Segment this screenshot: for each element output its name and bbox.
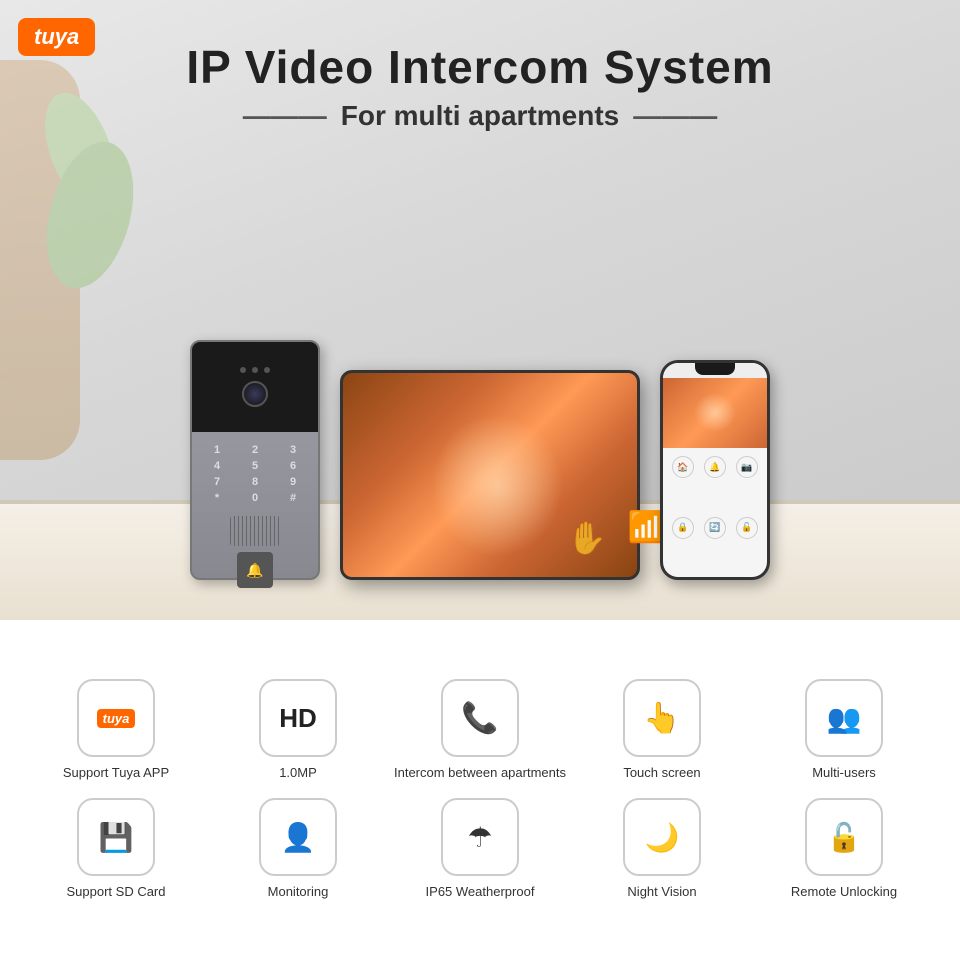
- feature-label-hd: 1.0MP: [279, 765, 317, 782]
- umbrella-icon: ☂: [467, 821, 492, 854]
- feature-label-remote-unlock: Remote Unlocking: [791, 884, 897, 901]
- phone-notch: [695, 363, 735, 375]
- features-section: tuya Support Tuya APP HD 1.0MP 📞 Interco…: [0, 620, 960, 960]
- feature-icon-weatherproof: ☂: [441, 798, 519, 876]
- door-panel-top: [192, 342, 318, 432]
- feature-label-weatherproof: IP65 Weatherproof: [426, 884, 535, 901]
- indoor-monitor: ✋: [340, 370, 640, 580]
- feature-label-sd-card: Support SD Card: [67, 884, 166, 901]
- phone-btn-lock: 🔒: [672, 517, 694, 539]
- phone-btn-camera: 📷: [736, 456, 758, 478]
- feature-intercom: 📞 Intercom between apartments: [394, 679, 566, 782]
- feature-icon-sd-card: 💾: [77, 798, 155, 876]
- feature-icon-remote-unlock: 🔓: [805, 798, 883, 876]
- phone-btn-unlock: 🔓: [736, 517, 758, 539]
- door-keypad: 123 456 789 *0#: [192, 436, 318, 512]
- feature-weatherproof: ☂ IP65 Weatherproof: [394, 798, 566, 901]
- hd-text-icon: HD: [279, 705, 317, 731]
- phone-btn-bell: 🔔: [704, 456, 726, 478]
- feature-monitoring: 👤 Monitoring: [212, 798, 384, 901]
- feature-label-monitoring: Monitoring: [268, 884, 329, 901]
- door-speaker: [230, 516, 280, 546]
- monitor-screen: ✋: [343, 373, 637, 577]
- feature-icon-tuya-app: tuya: [77, 679, 155, 757]
- feature-icon-multi-users: 👥: [805, 679, 883, 757]
- page-subtitle: For multi apartments: [0, 100, 960, 132]
- phone-video-feed: [663, 378, 767, 448]
- unlock-icon: 🔓: [827, 821, 862, 854]
- phone-call-icon: 📞: [461, 701, 498, 736]
- camera-lens: [242, 381, 268, 407]
- page-title: IP Video Intercom System: [0, 40, 960, 94]
- touch-screen-icon: 👆: [643, 701, 680, 736]
- feature-icon-monitoring: 👤: [259, 798, 337, 876]
- bell-button: 🔔: [237, 552, 273, 588]
- phone-btn-home: 🏠: [672, 456, 694, 478]
- phone-btn-refresh: 🔄: [704, 517, 726, 539]
- feature-label-tuya-app: Support Tuya APP: [63, 765, 169, 782]
- feature-label-intercom: Intercom between apartments: [394, 765, 566, 782]
- smartphone-device: Door1 🏠 🔔 📷 🔒 🔄 🔓: [660, 360, 770, 580]
- touch-hand-icon: ✋: [567, 519, 607, 557]
- feature-icon-touch: 👆: [623, 679, 701, 757]
- multi-users-icon: 👥: [827, 702, 862, 735]
- feature-multi-users: 👥 Multi-users: [758, 679, 930, 782]
- camera-ir-dots: [240, 367, 270, 373]
- feature-icon-intercom: 📞: [441, 679, 519, 757]
- feature-label-touch: Touch screen: [623, 765, 700, 782]
- door-panel-bottom: 🔔: [192, 512, 318, 592]
- phone-screen: Door1 🏠 🔔 📷 🔒 🔄 🔓: [663, 363, 767, 577]
- feature-label-night-vision: Night Vision: [627, 884, 696, 901]
- sd-card-icon: 💾: [99, 821, 134, 854]
- feature-sd-card: 💾 Support SD Card: [30, 798, 202, 901]
- monitoring-icon: 👤: [281, 821, 316, 854]
- night-vision-icon: 🌙: [645, 821, 680, 854]
- devices-display-area: 123 456 789 *0# 🔔 ✋ 📶 Door1: [80, 340, 880, 580]
- tuya-mini-logo: tuya: [97, 709, 136, 728]
- feature-hd: HD 1.0MP: [212, 679, 384, 782]
- top-section: tuya IP Video Intercom System For multi …: [0, 0, 960, 620]
- door-panel-device: 123 456 789 *0# 🔔: [190, 340, 320, 580]
- feature-icon-night-vision: 🌙: [623, 798, 701, 876]
- feature-touch: 👆 Touch screen: [576, 679, 748, 782]
- feature-icon-hd: HD: [259, 679, 337, 757]
- main-title-area: IP Video Intercom System For multi apart…: [0, 40, 960, 132]
- feature-night-vision: 🌙 Night Vision: [576, 798, 748, 901]
- feature-remote-unlock: 🔓 Remote Unlocking: [758, 798, 930, 901]
- phone-control-grid: 🏠 🔔 📷 🔒 🔄 🔓: [663, 448, 767, 577]
- feature-label-multi-users: Multi-users: [812, 765, 876, 782]
- feature-tuya-app: tuya Support Tuya APP: [30, 679, 202, 782]
- features-grid: tuya Support Tuya APP HD 1.0MP 📞 Interco…: [30, 679, 930, 901]
